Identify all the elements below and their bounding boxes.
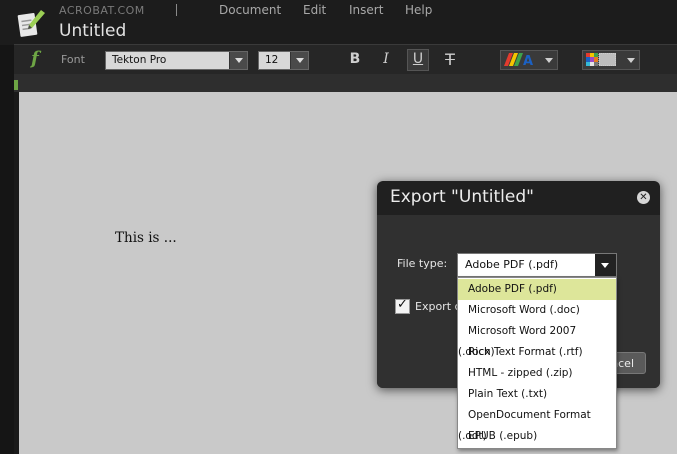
export-checkbox[interactable] [395,297,410,314]
file-type-select[interactable]: Adobe PDF (.pdf) [457,253,617,277]
highlight-color-icon [586,53,616,66]
file-type-dropdown-list: Adobe PDF (.pdf) Microsoft Word (.doc) M… [457,277,617,449]
file-type-label: File type: [397,257,448,270]
menu-edit[interactable]: Edit [303,3,326,17]
file-type-value: Adobe PDF (.pdf) [465,258,559,271]
left-margin-strip [0,45,14,454]
menu-help[interactable]: Help [405,3,432,17]
highlight-color-button[interactable] [582,50,640,70]
option-label: Microsoft Word (.doc) [468,304,580,316]
font-size-value: 12 [265,54,279,66]
close-icon[interactable]: ✕ [637,191,650,204]
dropdown-option-rtf[interactable]: Rich Text Format (.rtf) [458,342,616,363]
dropdown-option-doc[interactable]: Microsoft Word (.doc) [458,300,616,321]
text-color-icon: A [504,53,533,66]
chevron-down-icon[interactable] [290,52,308,69]
menu-insert[interactable]: Insert [349,3,383,17]
acrobat-buzzword-logo-icon [17,10,45,37]
font-family-select[interactable]: Tekton Pro [105,51,248,70]
font-function-icon[interactable]: f [31,48,39,69]
bold-button[interactable]: B [345,50,365,70]
document-title: Untitled [59,21,127,41]
underline-button[interactable]: U [407,49,429,71]
document-body-text[interactable]: This is ... [115,230,177,246]
menu-document[interactable]: Document [219,3,281,17]
chevron-down-icon[interactable] [623,51,639,69]
app-header: ACROBAT.COM Untitled Document Edit Inser… [0,0,677,45]
dropdown-option-zip[interactable]: HTML - zipped (.zip) [458,363,616,384]
ruler-indent-marker[interactable] [14,80,18,90]
chevron-down-icon[interactable] [541,51,557,69]
dropdown-option-odt[interactable]: OpenDocument Format (.odt) [458,405,616,442]
header-divider [176,4,177,16]
dropdown-option-pdf[interactable]: Adobe PDF (.pdf) [458,279,616,300]
font-label: Font [61,53,85,66]
chevron-down-icon[interactable] [229,52,247,69]
strikethrough-button[interactable]: T [440,50,460,70]
dialog-title: Export "Untitled" [390,187,534,207]
chevron-down-icon[interactable] [595,254,616,276]
format-toolbar: f Font Tekton Pro 12 B I U T A [14,44,677,75]
brand-label: ACROBAT.COM [59,4,145,17]
font-size-select[interactable]: 12 [258,51,309,70]
ruler [14,74,677,92]
option-label: Plain Text (.txt) [468,388,548,400]
dropdown-option-epub[interactable]: EPUB (.epub) [458,426,616,447]
dropdown-option-txt[interactable]: Plain Text (.txt) [458,384,616,405]
svg-text:A: A [523,54,533,66]
italic-button[interactable]: I [376,50,396,70]
option-label: HTML - zipped (.zip) [468,367,573,379]
text-color-button[interactable]: A [500,50,558,70]
export-checkbox-label: Export c [415,300,461,313]
font-family-value: Tekton Pro [112,54,167,66]
option-label: EPUB (.epub) [468,430,538,442]
option-label: Adobe PDF (.pdf) [468,283,557,295]
option-label: Rich Text Format (.rtf) [468,346,583,358]
dropdown-option-docx[interactable]: Microsoft Word 2007 (.docx) [458,321,616,358]
